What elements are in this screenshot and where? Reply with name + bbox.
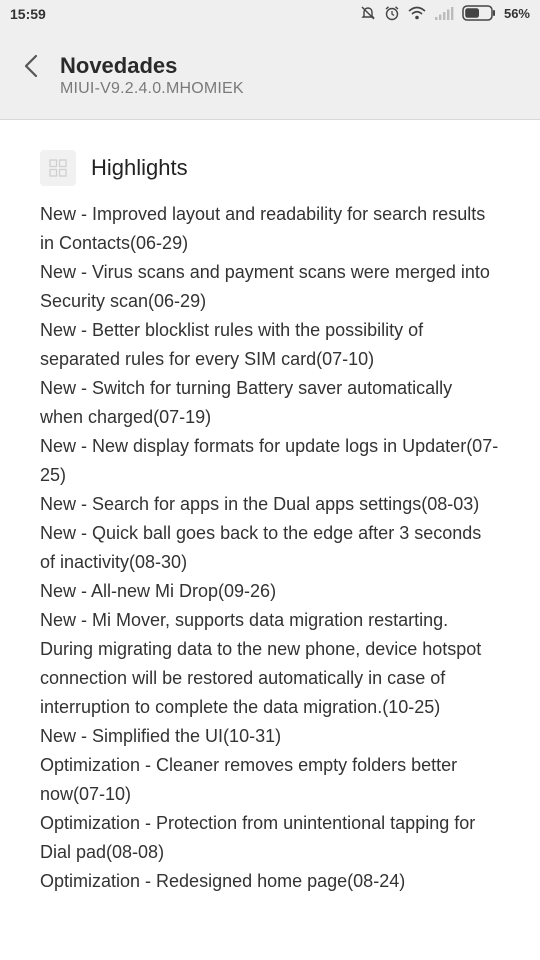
note-item: Optimization - Protection from unintenti…	[40, 813, 476, 862]
note-item: New - Virus scans and payment scans were…	[40, 262, 490, 311]
note-item: New - Switch for turning Battery saver a…	[40, 378, 453, 427]
note-item: New - Mi Mover, supports data migration …	[40, 610, 482, 717]
note-item: New - Search for apps in the Dual apps s…	[40, 494, 480, 514]
page-subtitle: MIUI-V9.2.4.0.MHOMIEK	[60, 80, 244, 97]
battery-percent: 56%	[503, 5, 530, 21]
section-header: Highlights	[40, 150, 500, 186]
page-title: Novedades	[60, 53, 178, 78]
note-item: Optimization - Redesigned home page(08-2…	[40, 871, 406, 891]
note-item: New - Improved layout and readability fo…	[40, 204, 486, 253]
top-area: 15:59 56% Novedades MIUI-V9.2.4.0.MHOMIE…	[0, 0, 540, 120]
notifications-off-icon	[360, 5, 376, 21]
status-bar: 15:59 56%	[0, 0, 540, 30]
changelog-content: Highlights New - Improved layout and rea…	[0, 120, 540, 896]
header: Novedades MIUI-V9.2.4.0.MHOMIEK	[0, 44, 540, 104]
note-item: New - Quick ball goes back to the edge a…	[40, 523, 482, 572]
battery-icon	[462, 5, 496, 21]
status-time: 15:59	[10, 6, 46, 22]
back-button[interactable]	[18, 52, 46, 80]
grid-icon	[40, 150, 76, 186]
notes-list: New - Improved layout and readability fo…	[40, 200, 500, 896]
signal-icon	[434, 6, 454, 20]
note-item: New - New display formats for update log…	[40, 436, 499, 485]
alarm-icon	[384, 5, 400, 21]
note-item: Optimization - Cleaner removes empty fol…	[40, 755, 458, 804]
status-icons: 56%	[360, 5, 530, 21]
note-item: New - Simplified the UI(10-31)	[40, 726, 282, 746]
wifi-icon	[408, 6, 426, 20]
note-item: New - All-new Mi Drop(09-26)	[40, 581, 277, 601]
section-title: Highlights	[91, 155, 188, 180]
note-item: New - Better blocklist rules with the po…	[40, 320, 424, 369]
chevron-left-icon	[24, 54, 38, 78]
